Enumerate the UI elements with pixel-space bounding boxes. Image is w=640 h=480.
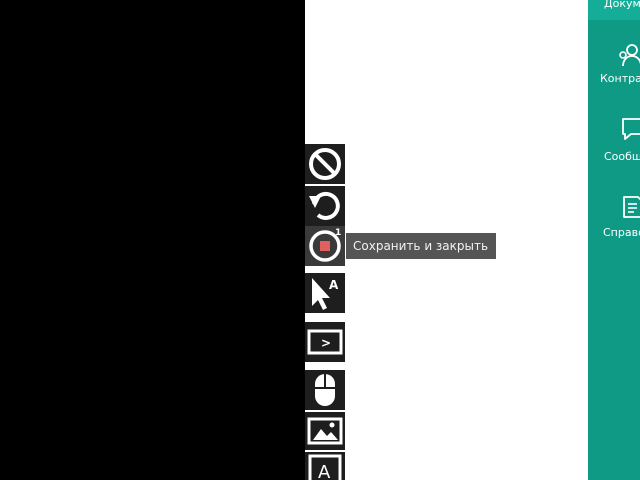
cancel-button[interactable] [305,144,345,184]
cursor-text-button[interactable]: A [305,273,345,313]
mouse-icon [315,374,335,406]
nav-item-label: Сообщ [604,150,640,163]
cursor-glyph: A [329,278,339,292]
nav-item-messages[interactable]: Сообщ [588,112,640,168]
image-icon [307,417,343,445]
nav-item-contacts[interactable]: Контра [588,34,640,90]
nav-item-label: Докум [604,0,640,10]
text-glyph: A [318,462,331,480]
nav-item-reference[interactable]: Справо [588,190,640,246]
nav-item-documents[interactable]: Докум [588,0,640,20]
right-nav-sidebar: Докум Контра Сообщ Справо [588,0,640,480]
text-icon: A [308,454,342,480]
terminal-glyph: > [321,336,331,350]
nav-item-label: Контра [600,72,640,85]
reference-book-icon [623,196,640,218]
cancel-icon [309,148,341,180]
cursor-text-icon: A [312,278,339,310]
image-button[interactable] [305,412,345,450]
text-button[interactable]: A [305,452,345,480]
terminal-button[interactable]: > [305,322,345,362]
tooltip: Сохранить и закрыть [346,233,496,259]
contacts-icon [619,44,640,67]
mouse-button[interactable] [305,370,345,410]
undo-button[interactable] [305,186,345,226]
message-icon [622,118,640,140]
count-badge: 1 [335,228,342,238]
terminal-icon: > [307,329,343,355]
desktop-background [0,0,305,480]
undo-icon [309,191,340,220]
nav-item-label: Справо [603,226,640,239]
